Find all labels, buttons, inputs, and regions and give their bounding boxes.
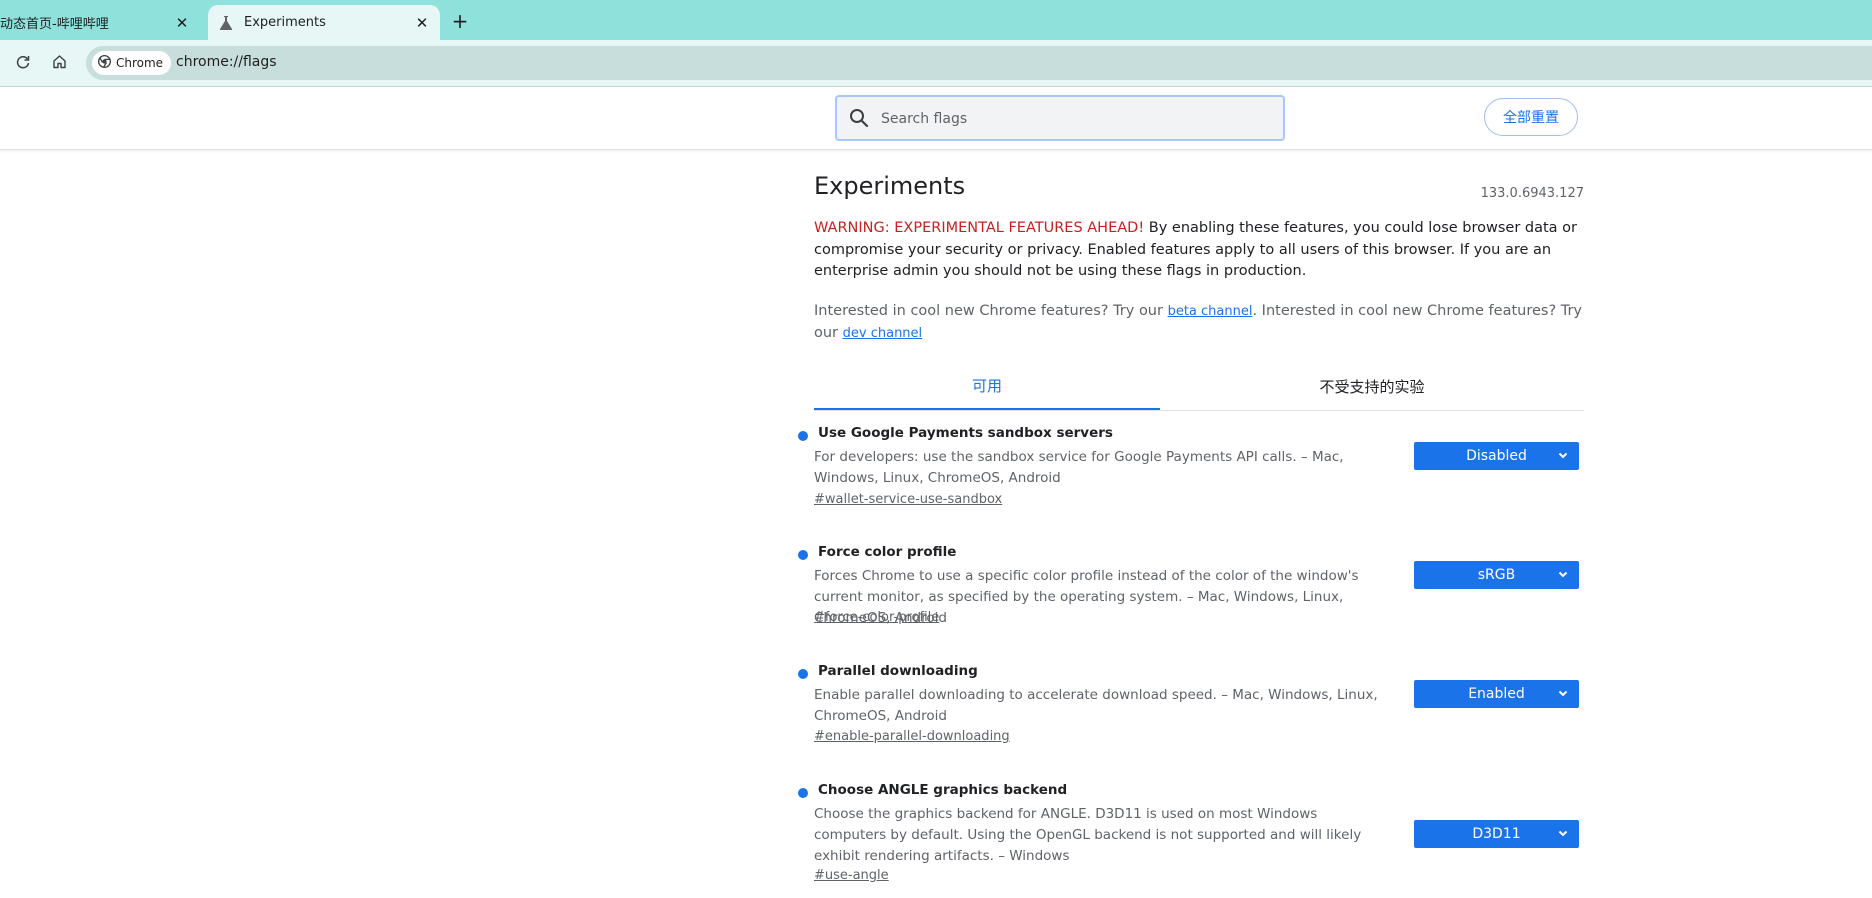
flag-name: Force color profile — [818, 544, 957, 560]
flag-select[interactable]: D3D11 — [1414, 820, 1579, 848]
search-input[interactable] — [879, 106, 1273, 132]
chevron-down-icon — [1557, 568, 1569, 584]
reload-button[interactable] — [11, 51, 35, 75]
warning-text: WARNING: EXPERIMENTAL FEATURES AHEAD! By… — [814, 218, 1584, 283]
flag-select-value: Enabled — [1468, 686, 1525, 702]
beta-channel-link[interactable]: beta channel — [1168, 304, 1253, 319]
new-tab-button[interactable]: + — [448, 9, 472, 33]
site-info-chip[interactable]: Chrome — [92, 51, 172, 75]
flag-select-value: Disabled — [1466, 448, 1527, 464]
chrome-logo-icon — [97, 54, 112, 71]
reload-icon — [16, 54, 30, 73]
flag-select-value: sRGB — [1477, 567, 1516, 583]
version-label: 133.0.6943.127 — [1480, 186, 1584, 201]
flag-status-dot — [798, 669, 808, 679]
dev-channel-link[interactable]: dev channel — [843, 326, 923, 341]
tab-title: 动态首页-哔哩哔哩 — [0, 17, 109, 32]
warning-prefix: WARNING: EXPERIMENTAL FEATURES AHEAD! — [814, 220, 1145, 236]
promo-text: Interested in cool new Chrome features? … — [814, 303, 1168, 319]
flags-tabs: 可用 不受支持的实验 — [814, 362, 1584, 411]
flag-description: Enable parallel downloading to accelerat… — [814, 687, 1378, 724]
chip-label: Chrome — [116, 56, 164, 70]
flag-permalink[interactable]: #wallet-service-use-sandbox — [814, 492, 1002, 507]
channel-promo: Interested in cool new Chrome features? … — [814, 301, 1584, 344]
url-text[interactable]: chrome://flags — [176, 54, 277, 70]
flag-description: For developers: use the sandbox service … — [814, 449, 1344, 486]
tab-available[interactable]: 可用 — [814, 362, 1160, 410]
chevron-down-icon — [1557, 449, 1569, 465]
close-icon[interactable]: ✕ — [410, 11, 434, 35]
flag-permalink[interactable]: #use-angle — [814, 868, 889, 883]
flag-name: Parallel downloading — [818, 663, 978, 679]
address-bar[interactable]: Chrome chrome://flags — [86, 46, 1872, 80]
home-button[interactable] — [47, 51, 71, 75]
flag-status-dot — [798, 788, 808, 798]
tab-strip: 动态首页-哔哩哔哩 ✕ Experiments ✕ + — [0, 0, 1872, 40]
flag-name: Choose ANGLE graphics backend — [818, 782, 1068, 798]
flag-permalink[interactable]: #force-color-profile — [814, 610, 939, 625]
flag-name: Use Google Payments sandbox servers — [818, 425, 1113, 441]
flags-header: 全部重置 — [0, 87, 1872, 150]
flag-status-dot — [798, 550, 808, 560]
reset-all-button[interactable]: 全部重置 — [1484, 98, 1578, 136]
chevron-down-icon — [1557, 827, 1569, 843]
flask-icon — [218, 15, 234, 31]
page-title: Experiments — [814, 172, 966, 200]
toolbar: Chrome chrome://flags — [0, 40, 1872, 87]
tab-unavailable[interactable]: 不受支持的实验 — [1160, 362, 1584, 410]
tab-experiments[interactable]: Experiments ✕ — [208, 5, 440, 40]
flag-status-dot — [798, 431, 808, 441]
tab-title: Experiments — [244, 15, 326, 30]
home-icon — [52, 54, 67, 73]
flag-permalink[interactable]: #enable-parallel-downloading — [814, 729, 1010, 744]
flag-select[interactable]: sRGB — [1414, 561, 1579, 589]
search-icon — [849, 108, 869, 132]
tab-bilibili[interactable]: 动态首页-哔哩哔哩 ✕ — [0, 5, 200, 40]
chevron-down-icon — [1557, 687, 1569, 703]
search-box[interactable] — [835, 95, 1285, 141]
flag-select-value: D3D11 — [1472, 826, 1521, 842]
close-icon[interactable]: ✕ — [170, 11, 194, 35]
flag-select[interactable]: Disabled — [1414, 442, 1579, 470]
flag-description: Choose the graphics backend for ANGLE. D… — [814, 806, 1362, 864]
flag-select[interactable]: Enabled — [1414, 680, 1579, 708]
